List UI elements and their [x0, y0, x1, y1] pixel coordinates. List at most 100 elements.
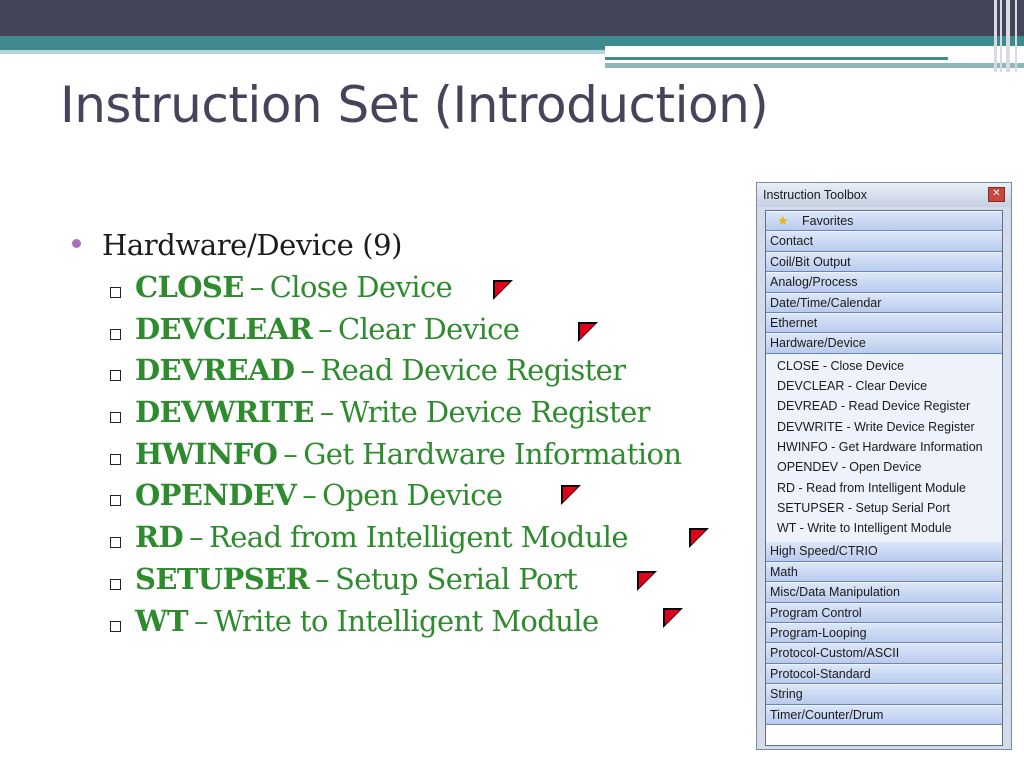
- instruction-text: RD – Read from Intelligent Module: [135, 520, 629, 555]
- toolbox-category-favorites[interactable]: ★ Favorites: [766, 211, 1002, 232]
- instruction-description: Setup Serial Port: [334, 561, 578, 596]
- toolbox-category-label: Coil/Bit Output: [770, 254, 851, 269]
- toolbox-category-misc-data-manipulation[interactable]: Misc/Data Manipulation: [766, 582, 1002, 603]
- toolbox-category-label: Math: [770, 564, 798, 579]
- instruction-command: OPENDEV: [135, 478, 297, 513]
- slide-title: Instruction Set (Introduction): [60, 76, 769, 134]
- header-band-right-line: [605, 57, 948, 60]
- instruction-description: Close Device: [269, 270, 453, 304]
- instruction-command: HWINFO: [135, 436, 278, 471]
- toolbox-instruction-item[interactable]: DEVREAD - Read Device Register: [766, 396, 1002, 416]
- instruction-description: Read Device Register: [320, 353, 626, 388]
- toolbox-category-label: Favorites: [802, 214, 854, 228]
- toolbox-category-label: Misc/Data Manipulation: [770, 585, 900, 600]
- instruction-description: Clear Device: [338, 311, 520, 346]
- square-bullet-icon: [110, 412, 121, 424]
- square-bullet-icon: [110, 620, 121, 632]
- instruction-text: HWINFO – Get Hardware Information: [135, 436, 682, 471]
- red-corner-flag-icon: [636, 570, 658, 592]
- toolbox-category-label: String: [770, 687, 803, 702]
- instruction-command: DEVCLEAR: [135, 311, 313, 346]
- instruction-text: DEVREAD – Read Device Register: [135, 353, 626, 387]
- instruction-text: WT – Write to Intelligent Module: [135, 604, 599, 638]
- toolbox-category-coil-bit-output[interactable]: Coil/Bit Output: [766, 251, 1002, 273]
- instruction-text: OPENDEV – Open Device: [135, 478, 503, 513]
- instruction-separator: –: [300, 353, 315, 388]
- instruction-separator: –: [302, 478, 317, 513]
- instruction-separator: –: [283, 436, 298, 471]
- toolbox-category-string[interactable]: String: [766, 684, 1002, 705]
- toolbox-header: Instruction Toolbox ✕: [757, 183, 1011, 207]
- toolbox-category-label: Analog/Process: [770, 275, 858, 290]
- star-icon: ★: [777, 213, 789, 228]
- toolbox-instruction-item[interactable]: SETUPSER - Setup Serial Port: [766, 498, 1002, 518]
- toolbox-category-label: Ethernet: [770, 315, 818, 330]
- toolbox-category-timer-counter-drum[interactable]: Timer/Counter/Drum: [766, 704, 1002, 725]
- toolbox-category-high-speed-ctrio[interactable]: High Speed/CTRIO: [766, 541, 1002, 562]
- instruction-separator: –: [319, 395, 335, 430]
- instruction-text: DEVCLEAR – Clear Device: [135, 311, 520, 346]
- square-bullet-icon: [110, 370, 121, 382]
- red-corner-flag-icon: [492, 279, 514, 301]
- instruction-description: Write Device Register: [339, 395, 651, 430]
- square-bullet-icon: [110, 328, 121, 340]
- toolbox-category-label: Program Control: [770, 605, 862, 620]
- toolbox-category-label: Date/Time/Calendar: [770, 295, 882, 310]
- instruction-text: DEVWRITE – Write Device Register: [135, 395, 651, 430]
- toolbox-instruction-item[interactable]: RD - Read from Intelligent Module: [766, 478, 1002, 498]
- toolbox-category-list: ★ Favorites Contact Coil/Bit Output Analog/P…: [765, 210, 1003, 746]
- toolbox-category-label: Contact: [770, 234, 814, 249]
- instruction-description: Read from Intelligent Module: [208, 520, 629, 555]
- square-bullet-icon: [110, 453, 121, 465]
- toolbox-category-program-control[interactable]: Program Control: [766, 602, 1002, 623]
- toolbox-category-label: Protocol-Custom/ASCII: [770, 646, 900, 661]
- toolbox-category-protocol-custom-ascii[interactable]: Protocol-Custom/ASCII: [766, 643, 1002, 664]
- toolbox-category-label: High Speed/CTRIO: [770, 544, 878, 559]
- instruction-command: DEVWRITE: [135, 395, 314, 430]
- instruction-toolbox: Instruction Toolbox ✕ ★ Favorites Contact C…: [756, 182, 1012, 750]
- toolbox-category-label: Hardware/Device: [770, 336, 866, 351]
- toolbox-instruction-item[interactable]: OPENDEV - Open Device: [766, 457, 1002, 477]
- header-band-teal-light: [0, 50, 605, 54]
- header-vertical-lines: [990, 0, 1024, 72]
- instruction-command: SETUPSER: [135, 561, 310, 596]
- instruction-command: RD: [135, 520, 184, 555]
- instruction-command: DEVREAD: [135, 353, 295, 388]
- toolbox-category-label: Program-Looping: [770, 625, 867, 640]
- toolbox-instruction-item[interactable]: DEVCLEAR - Clear Device: [766, 376, 1002, 396]
- toolbox-instruction-item[interactable]: CLOSE - Close Device: [766, 356, 1002, 376]
- square-bullet-icon: [110, 578, 121, 590]
- red-corner-flag-icon: [560, 484, 582, 506]
- instruction-description: Write to Intelligent Module: [213, 603, 599, 638]
- toolbox-category-math[interactable]: Math: [766, 561, 1002, 583]
- toolbox-instruction-item[interactable]: WT - Write to Intelligent Module: [766, 518, 1002, 538]
- instruction-separator: –: [189, 520, 204, 555]
- close-icon[interactable]: ✕: [988, 187, 1005, 202]
- instruction-description: Open Device: [322, 478, 503, 513]
- square-bullet-icon: [110, 495, 121, 507]
- instruction-command: CLOSE: [135, 270, 244, 304]
- instruction-command: WT: [135, 603, 189, 638]
- toolbox-category-contact[interactable]: Contact: [766, 231, 1002, 252]
- toolbox-instruction-item[interactable]: DEVWRITE - Write Device Register: [766, 417, 1002, 437]
- bullet-heading: Hardware/Device (9): [102, 228, 403, 262]
- toolbox-expanded-group: CLOSE - Close Device DEVCLEAR - Clear Dev…: [766, 353, 1002, 542]
- toolbox-category-ethernet[interactable]: Ethernet: [766, 312, 1002, 334]
- toolbox-category-program-looping[interactable]: Program-Looping: [766, 622, 1002, 644]
- instruction-text: CLOSE – Close Device: [135, 270, 453, 304]
- toolbox-category-date-time-calendar[interactable]: Date/Time/Calendar: [766, 292, 1002, 313]
- red-corner-flag-icon: [577, 321, 599, 343]
- instruction-description: Get Hardware Information: [303, 436, 682, 471]
- instruction-separator: –: [193, 603, 209, 638]
- square-bullet-icon: [110, 287, 121, 298]
- instruction-separator: –: [249, 270, 265, 304]
- toolbox-category-label: Protocol-Standard: [770, 666, 871, 681]
- toolbox-category-analog-process[interactable]: Analog/Process: [766, 272, 1002, 293]
- toolbox-category-protocol-standard[interactable]: Protocol-Standard: [766, 663, 1002, 685]
- instruction-text: SETUPSER – Setup Serial Port: [135, 561, 578, 596]
- instruction-separator: –: [318, 311, 333, 346]
- toolbox-instruction-item[interactable]: HWINFO - Get Hardware Information: [766, 437, 1002, 457]
- bullet-dot-icon: [72, 239, 81, 248]
- red-corner-flag-icon: [662, 607, 684, 629]
- toolbox-category-hardware-device[interactable]: Hardware/Device: [766, 333, 1002, 354]
